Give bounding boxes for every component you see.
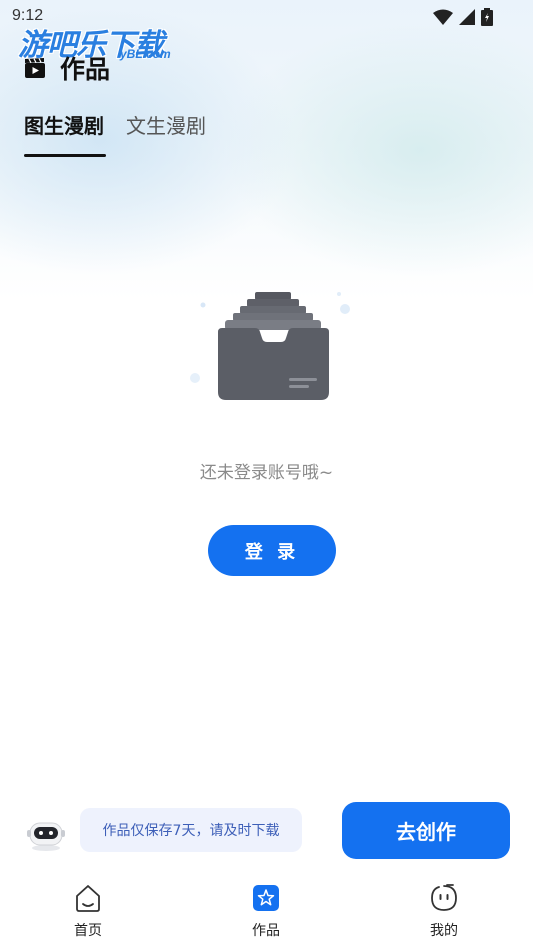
home-icon	[72, 882, 104, 914]
page-header: 作品	[24, 50, 110, 86]
battery-icon	[481, 8, 493, 26]
works-star-icon	[250, 882, 282, 914]
wifi-icon	[433, 9, 453, 25]
signal-icon	[459, 9, 475, 25]
nav-item-home[interactable]: 首页	[48, 882, 128, 940]
page-title: 作品	[60, 55, 111, 84]
tab-text-to-comic[interactable]: 文生漫剧	[126, 110, 206, 157]
login-button[interactable]: 登 录	[208, 525, 336, 576]
smiley-face-icon	[428, 882, 460, 914]
nav-label-home: 首页	[74, 923, 102, 939]
bottom-nav: 首页 作品 我的	[0, 872, 533, 948]
nav-item-profile[interactable]: 我的	[404, 882, 484, 940]
create-button[interactable]: 去创作	[342, 802, 510, 859]
save-notice: 作品仅保存7天，请及时下载	[80, 808, 302, 852]
empty-state-message: 还未登录账号哦~	[199, 463, 334, 483]
clapperboard-icon	[25, 58, 45, 78]
tab-image-to-comic[interactable]: 图生漫剧	[24, 110, 106, 157]
nav-label-works: 作品	[252, 923, 280, 939]
tab-bar: 图生漫剧 文生漫剧	[24, 110, 206, 157]
nav-label-profile: 我的	[430, 923, 458, 939]
watermark-sub-text: yBL.com	[120, 47, 171, 61]
robot-icon	[27, 822, 65, 851]
empty-inbox-icon	[190, 292, 350, 400]
status-icons	[433, 8, 493, 26]
nav-item-works[interactable]: 作品	[226, 882, 306, 940]
